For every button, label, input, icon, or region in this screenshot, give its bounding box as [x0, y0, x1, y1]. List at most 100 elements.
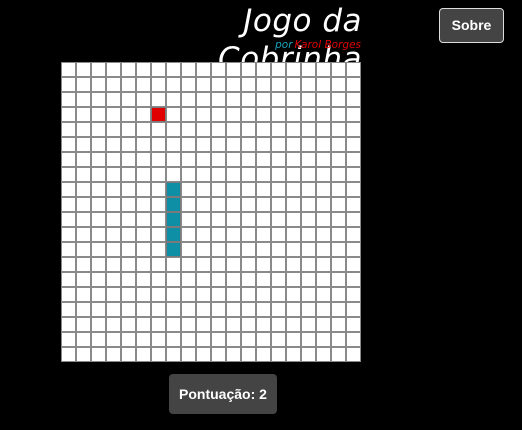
grid-cell: [196, 77, 211, 92]
grid-cell: [331, 62, 346, 77]
grid-cell: [91, 272, 106, 287]
grid-cell: [256, 257, 271, 272]
grid-cell: [196, 62, 211, 77]
grid-cell: [331, 92, 346, 107]
byline-prefix: por: [275, 39, 293, 51]
grid-cell: [211, 272, 226, 287]
grid-cell: [106, 197, 121, 212]
grid-cell: [61, 212, 76, 227]
grid-cell: [196, 197, 211, 212]
grid-cell: [106, 227, 121, 242]
grid-cell: [346, 242, 361, 257]
grid-cell: [241, 272, 256, 287]
grid-cell: [106, 332, 121, 347]
grid-cell: [211, 257, 226, 272]
grid-cell: [121, 167, 136, 182]
grid-cell: [121, 317, 136, 332]
grid-cell: [61, 92, 76, 107]
grid-cell: [181, 272, 196, 287]
grid-cell: [76, 257, 91, 272]
grid-cell: [286, 122, 301, 137]
grid-cell: [271, 137, 286, 152]
grid-cell: [256, 122, 271, 137]
grid-cell: [181, 152, 196, 167]
grid-cell: [196, 332, 211, 347]
grid-cell: [181, 242, 196, 257]
grid-cell: [301, 272, 316, 287]
grid-cell: [271, 62, 286, 77]
grid-cell: [301, 197, 316, 212]
grid-cell: [91, 257, 106, 272]
grid-cell: [346, 257, 361, 272]
grid-cell: [286, 242, 301, 257]
grid-cell: [286, 197, 301, 212]
grid-cell: [271, 167, 286, 182]
grid-cell: [211, 92, 226, 107]
grid-cell: [226, 107, 241, 122]
grid-cell: [181, 107, 196, 122]
grid-cell: [301, 77, 316, 92]
grid-cell: [106, 92, 121, 107]
grid-cell: [106, 272, 121, 287]
grid-cell: [76, 92, 91, 107]
grid-cell: [151, 167, 166, 182]
grid-cell: [226, 332, 241, 347]
byline-author: Karol Borges: [294, 39, 361, 51]
grid-cell: [256, 242, 271, 257]
snake-segment: [166, 197, 181, 212]
grid-cell: [61, 77, 76, 92]
grid-cell: [151, 212, 166, 227]
grid-cell: [301, 107, 316, 122]
grid-cell: [241, 152, 256, 167]
grid-cell: [346, 122, 361, 137]
grid-cell: [76, 317, 91, 332]
snake-segment: [166, 242, 181, 257]
about-button[interactable]: Sobre: [439, 8, 504, 43]
grid-cell: [346, 152, 361, 167]
grid-cell: [316, 302, 331, 317]
grid-cell: [256, 62, 271, 77]
grid-cell: [331, 122, 346, 137]
grid-cell: [91, 242, 106, 257]
grid-cell: [91, 332, 106, 347]
grid-cell: [271, 242, 286, 257]
grid-cell: [121, 182, 136, 197]
grid-cell: [91, 212, 106, 227]
grid-cell: [136, 332, 151, 347]
grid-cell: [106, 107, 121, 122]
grid-cell: [196, 272, 211, 287]
grid-cell: [331, 197, 346, 212]
grid-cell: [61, 257, 76, 272]
grid-cell: [331, 272, 346, 287]
grid-cell: [241, 347, 256, 362]
grid-cell: [271, 77, 286, 92]
grid-cell: [316, 152, 331, 167]
grid-cell: [76, 332, 91, 347]
grid-cell: [151, 137, 166, 152]
grid-cell: [346, 272, 361, 287]
grid-cell: [346, 137, 361, 152]
grid-cell: [196, 287, 211, 302]
grid-cell: [211, 122, 226, 137]
grid-cell: [106, 257, 121, 272]
grid-cell: [121, 107, 136, 122]
grid-cell: [286, 317, 301, 332]
grid-cell: [226, 302, 241, 317]
grid-cell: [226, 62, 241, 77]
game-board[interactable]: [61, 62, 361, 362]
grid-cell: [76, 212, 91, 227]
snake-segment: [166, 227, 181, 242]
grid-cell: [166, 62, 181, 77]
grid-cell: [271, 302, 286, 317]
grid-cell: [301, 347, 316, 362]
grid-cell: [136, 287, 151, 302]
grid-cell: [76, 107, 91, 122]
grid-cell: [151, 302, 166, 317]
grid-cell: [256, 332, 271, 347]
grid-cell: [301, 167, 316, 182]
grid-cell: [106, 167, 121, 182]
grid-cell: [301, 212, 316, 227]
food-cell: [151, 107, 166, 122]
grid-cell: [226, 242, 241, 257]
grid-cell: [61, 242, 76, 257]
